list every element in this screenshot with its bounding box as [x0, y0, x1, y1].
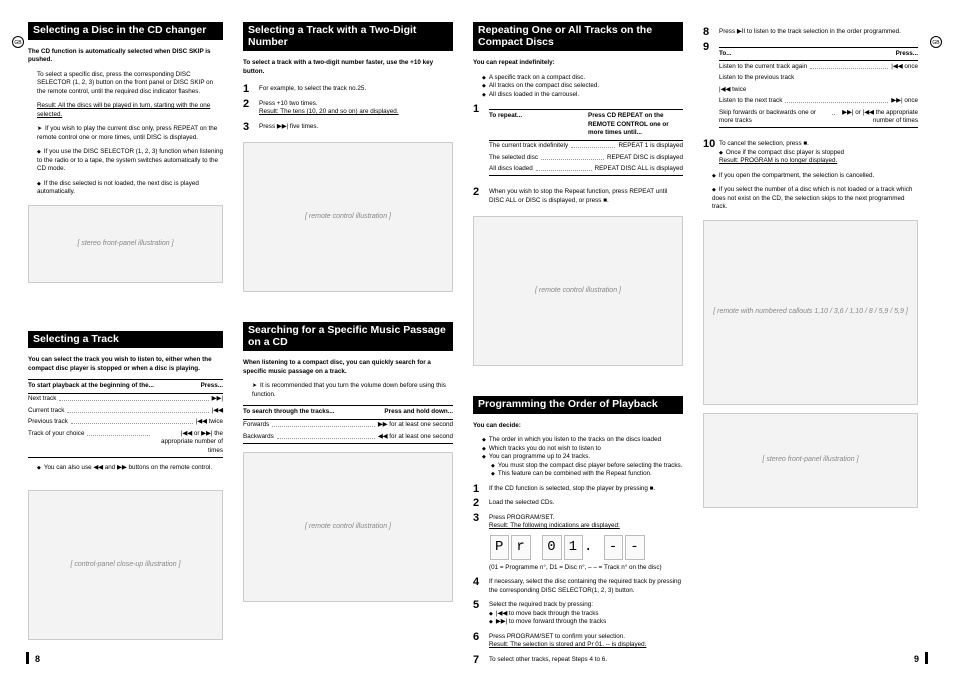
p3: You can select the track you wish to lis…: [28, 356, 223, 373]
repeat-steps: To repeat...Press CD REPEAT on the REMOT…: [473, 102, 683, 208]
b2: If the disc selected is not loaded, the …: [28, 180, 223, 197]
column-3: Repeating One or All Tracks on the Compa…: [463, 22, 693, 670]
c3intro: You can repeat indefinitely:: [473, 59, 683, 68]
intro: The CD function is automatically selecte…: [28, 48, 223, 65]
heading-two-digit: Selecting a Track with a Two-Digit Numbe…: [243, 22, 453, 51]
lcd-display: Pr 01. --: [489, 535, 683, 560]
b1: If you use the DISC SELECTOR (1, 2, 3) f…: [28, 148, 223, 174]
heading-disc-changer: Selecting a Disc in the CD changer: [28, 22, 223, 40]
c2p2: When listening to a compact disc, you ca…: [243, 359, 453, 376]
program-steps: If the CD function is selected, stop the…: [473, 482, 683, 667]
stereo-closeup-illustration: [ control-panel close-up illustration ]: [28, 490, 223, 640]
c2n1: It is recommended that you turn the volu…: [243, 382, 453, 399]
heading-program: Programming the Order of Playback: [473, 396, 683, 414]
result1: Result: All the discs will be played in …: [28, 102, 223, 119]
column-1: Selecting a Disc in the CD changer The C…: [18, 22, 233, 670]
page-number-right: 9: [914, 652, 928, 665]
remote-callouts-illustration: [ remote with numbered callouts 1,10 / 3…: [703, 220, 918, 405]
badge-gb-left: GB: [12, 36, 24, 48]
steps-two-digit: For example, to select the track no.25. …: [243, 82, 453, 134]
step1: For example, to select the track no.25.: [243, 82, 453, 97]
badge-gb-right: GB: [930, 36, 942, 48]
column-2: Selecting a Track with a Two-Digit Numbe…: [233, 22, 463, 670]
search-table: To search through the tracks...Press and…: [243, 405, 453, 444]
remote-illustration-1: [ remote control illustration ]: [243, 142, 453, 292]
step2: Press +10 two times.Result: The tens (10…: [243, 97, 453, 120]
program-steps-cont: Press ▶II to listen to the track selecti…: [703, 25, 918, 169]
p2: If you wish to play the current disc onl…: [28, 125, 223, 142]
rs2: When you wish to stop the Repeat functio…: [473, 185, 683, 208]
heading-search-passage: Searching for a Specific Music Passage o…: [243, 322, 453, 351]
note1: You can also use ◀◀ and ▶▶ buttons on th…: [28, 464, 223, 473]
stereo-panel-illustration-2: [ stereo front-panel illustration ]: [703, 413, 918, 508]
column-4: Press ▶II to listen to the track selecti…: [693, 22, 928, 670]
manual-spread: Selecting a Disc in the CD changer The C…: [0, 0, 954, 678]
c2p1: To select a track with a two-digit numbe…: [243, 59, 453, 76]
track-table: To start playback at the beginning of th…: [28, 379, 223, 458]
p1: To select a specific disc, press the cor…: [28, 71, 223, 97]
heading-repeat: Repeating One or All Tracks on the Compa…: [473, 22, 683, 51]
heading-select-track: Selecting a Track: [28, 331, 223, 349]
remote-illustration-2: [ remote control illustration ]: [243, 452, 453, 602]
stereo-panel-illustration: [ stereo front-panel illustration ]: [28, 205, 223, 283]
page-number-left: 8: [26, 652, 40, 665]
step3: Press ▶▶| five times.: [243, 120, 453, 135]
remote-illustration-3: [ remote control illustration ]: [473, 216, 683, 366]
